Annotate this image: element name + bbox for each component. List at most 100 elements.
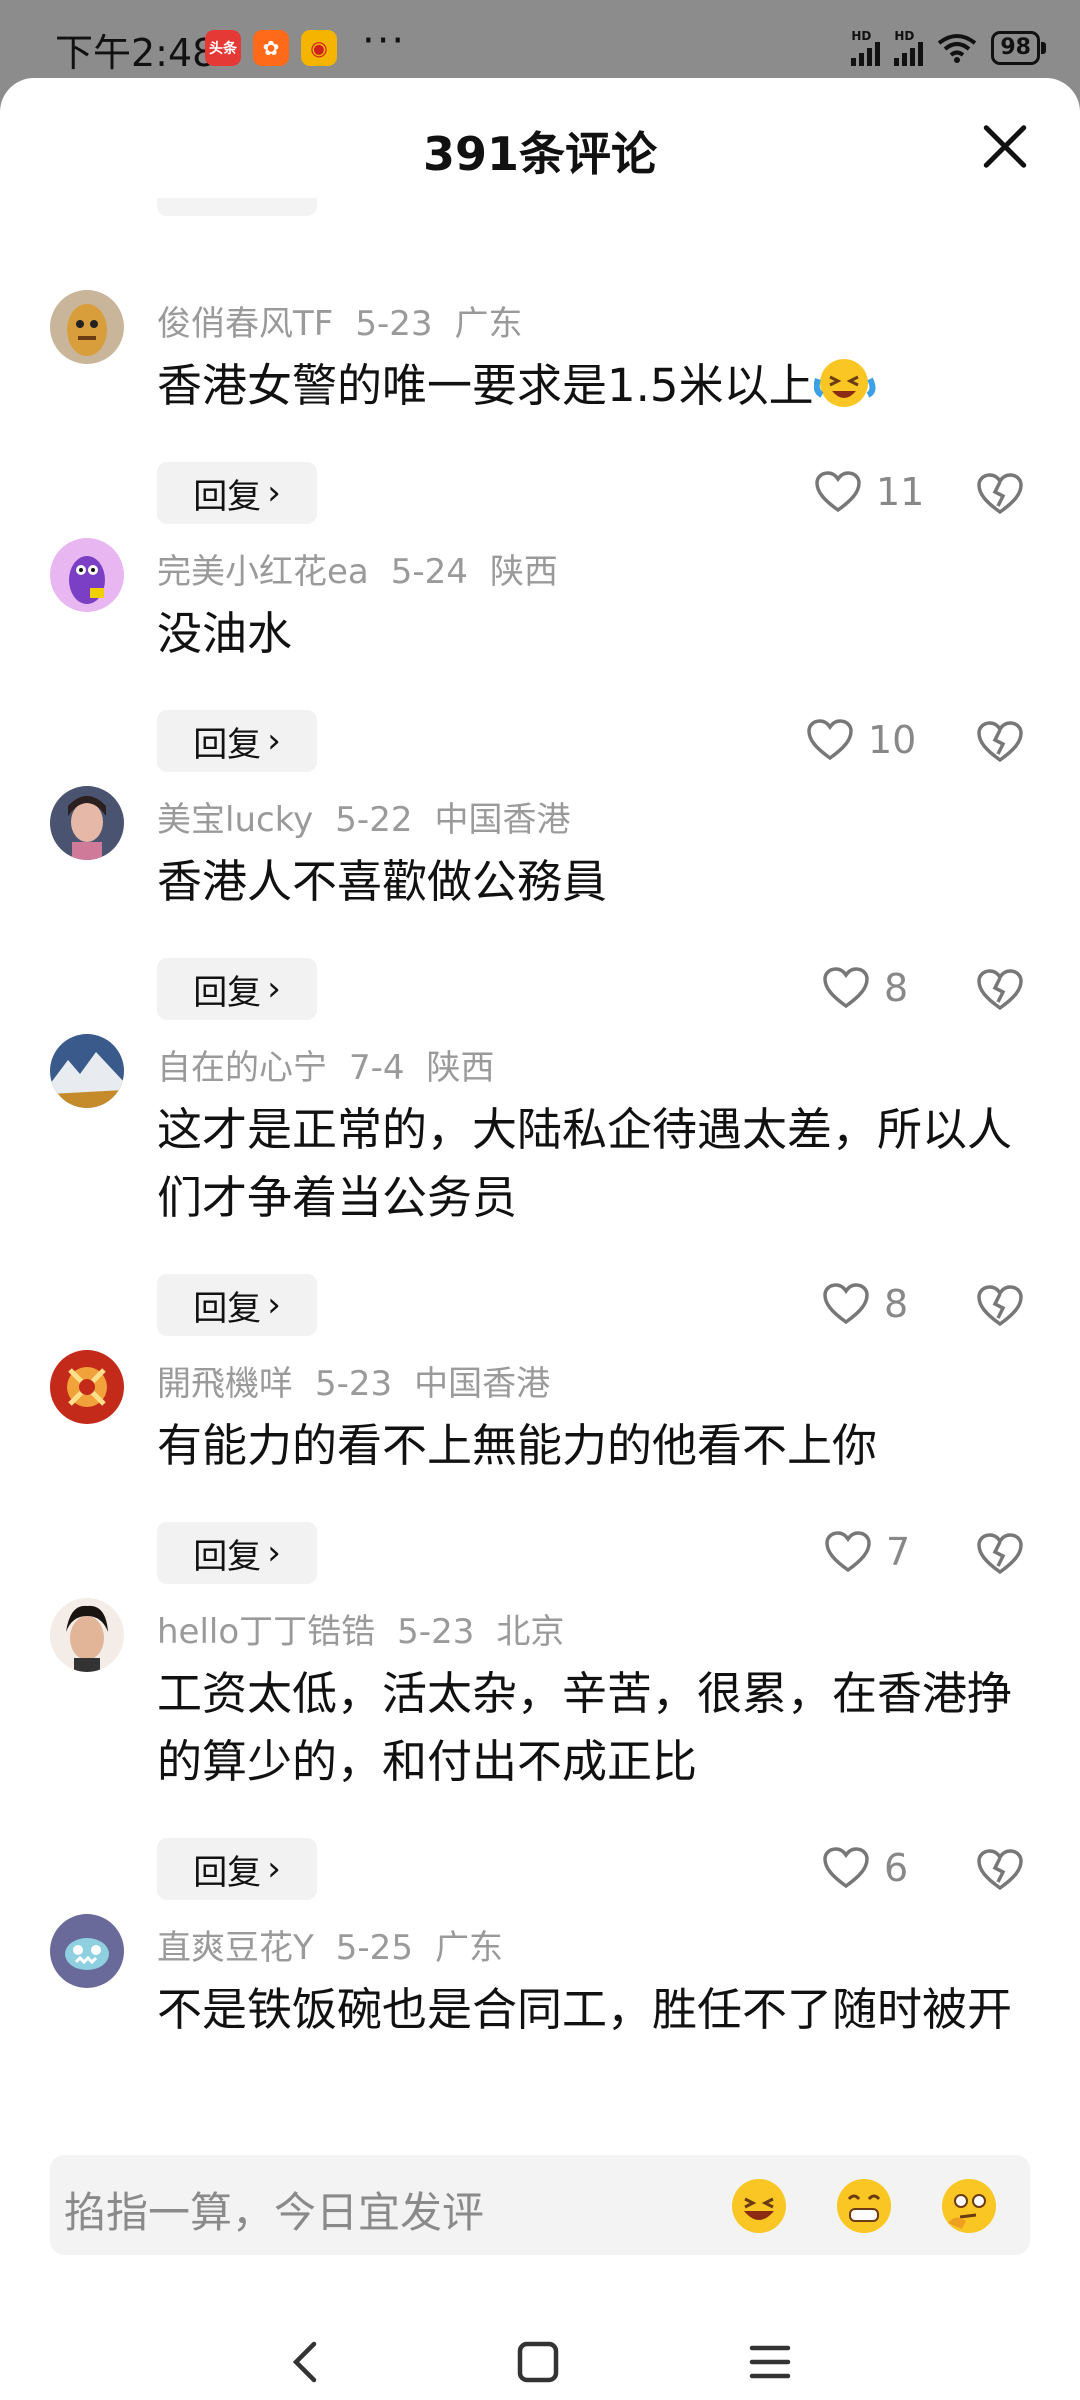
system-nav-bar — [0, 2328, 1080, 2400]
comment-text: 不是铁饭碗也是合同工，胜任不了随时被开 — [157, 1983, 1013, 2036]
comments-count-title: 391条评论 — [422, 127, 658, 181]
like-button[interactable]: 8 — [822, 1282, 908, 1326]
like-count: 8 — [884, 966, 909, 1010]
like-button[interactable]: 11 — [814, 470, 924, 514]
signal-2-icon: HD — [894, 29, 924, 66]
broken-heart-icon[interactable] — [976, 1282, 1024, 1330]
comment-date: 5-23 — [397, 1612, 475, 1652]
broken-heart-icon[interactable] — [976, 966, 1024, 1014]
comment-username[interactable]: 開飛機咩 — [157, 1364, 293, 1404]
avatar[interactable] — [50, 1914, 124, 1988]
heart-icon — [815, 471, 861, 513]
hd-label-1: HD — [851, 29, 872, 43]
comment-meta: 俊俏春风TF 5-23 广东 — [157, 296, 545, 345]
reply-button[interactable]: 回复 › — [157, 1274, 317, 1336]
comment-username[interactable]: 美宝lucky — [157, 800, 313, 840]
comment-location: 陕西 — [426, 1048, 495, 1088]
comment-username[interactable]: 俊俏春风TF — [157, 304, 333, 344]
laughing-crying-emoji-icon — [813, 359, 876, 407]
heart-icon — [823, 967, 869, 1009]
comment-input-placeholder: 掐指一算，今日宜发评 — [64, 2188, 485, 2237]
status-indicators: HD HD 98 — [851, 29, 1046, 66]
avatar[interactable] — [50, 1350, 124, 1424]
comment-date: 5-22 — [335, 800, 413, 840]
broken-heart-icon[interactable] — [976, 1530, 1024, 1578]
comment-meta: 直爽豆花Y 5-25 广东 — [157, 1920, 525, 1969]
broken-heart-icon[interactable] — [976, 718, 1024, 766]
heart-icon — [823, 1283, 869, 1325]
broken-heart-icon[interactable] — [976, 1846, 1024, 1894]
avatar[interactable] — [50, 786, 124, 860]
recents-menu-icon[interactable] — [748, 2340, 792, 2384]
like-count: 11 — [876, 470, 925, 514]
comment-text: 工资太低，活太杂，辛苦，很累，在香港挣的算少的，和付出不成正比 — [157, 1667, 1013, 1788]
comments-sheet: 391条评论 俊俏春风TF 5-23 广东 香港女警的唯一要求是1.5米以上 回复 ›… — [0, 78, 1080, 2400]
like-button[interactable]: 6 — [822, 1846, 908, 1890]
comment-text: 香港人不喜歡做公務員 — [157, 855, 608, 908]
avatar[interactable] — [50, 290, 124, 364]
comment-text-content: 香港女警的唯一要求是1.5米以上 — [157, 359, 814, 412]
reply-button[interactable]: 回复 › — [157, 958, 317, 1020]
avatar[interactable] — [50, 1034, 124, 1108]
heart-icon — [825, 1531, 871, 1573]
comment-meta: 美宝lucky 5-22 中国香港 — [157, 792, 592, 841]
beaming-emoji-icon[interactable] — [835, 2177, 893, 2235]
grinning-emoji-icon[interactable] — [730, 2177, 788, 2235]
comment-location: 广东 — [434, 1928, 503, 1968]
signal-1-icon: HD — [851, 29, 881, 66]
comment-meta: hello丁丁锆锆 5-23 北京 — [157, 1604, 586, 1653]
heart-icon — [823, 1847, 869, 1889]
comment-meta: 完美小红花ea 5-24 陕西 — [157, 544, 580, 593]
comment-date: 5-25 — [335, 1928, 413, 1968]
broken-heart-icon[interactable] — [976, 470, 1024, 518]
like-count: 8 — [884, 1282, 909, 1326]
avatar[interactable] — [50, 538, 124, 612]
close-icon[interactable] — [980, 122, 1030, 172]
comment-location: 北京 — [496, 1612, 565, 1652]
chevron-right-icon: › — [267, 473, 281, 513]
toutiao-icon: 头条 — [205, 30, 241, 66]
comment-text: 有能力的看不上無能力的他看不上你 — [157, 1419, 878, 1472]
reply-button[interactable]: 回复 › — [157, 710, 317, 772]
comment-date: 5-23 — [355, 304, 433, 344]
comment-date: 5-24 — [390, 552, 468, 592]
comment-text: 这才是正常的，大陆私企待遇太差，所以人们才争着当公务员 — [157, 1103, 1013, 1224]
chevron-right-icon: › — [267, 969, 281, 1009]
comment-location: 广东 — [454, 304, 523, 344]
chevron-right-icon: › — [267, 721, 281, 761]
weibo-icon: ◉ — [301, 30, 337, 66]
like-button[interactable]: 10 — [806, 718, 916, 762]
comment-username[interactable]: 自在的心宁 — [157, 1048, 327, 1088]
status-app-icons: 头条 ✿ ◉ — [205, 30, 337, 66]
comment-location: 中国香港 — [434, 800, 571, 840]
reply-button[interactable]: 回复 › — [157, 1838, 317, 1900]
comment-username[interactable]: hello丁丁锆锆 — [157, 1612, 375, 1652]
comment-list[interactable]: 俊俏春风TF 5-23 广东 香港女警的唯一要求是1.5米以上 回复 › 11 完美小… — [0, 198, 1080, 2132]
avatar[interactable] — [50, 1598, 124, 1672]
reply-label: 回复 — [193, 476, 262, 517]
home-icon[interactable] — [516, 2340, 560, 2384]
comment-input[interactable]: 掐指一算，今日宜发评 — [50, 2155, 1030, 2255]
back-icon[interactable] — [286, 2338, 326, 2386]
reply-button[interactable]: 回复 › — [157, 462, 317, 524]
comment-username[interactable]: 直爽豆花Y — [157, 1928, 314, 1968]
comment-date: 5-23 — [315, 1364, 393, 1404]
comment-meta: 開飛機咩 5-23 中国香港 — [157, 1356, 572, 1405]
comment-text: 香港女警的唯一要求是1.5米以上 — [157, 352, 1027, 420]
thinking-emoji-icon[interactable] — [940, 2177, 998, 2235]
more-notifications-icon: ··· — [362, 18, 407, 64]
reply-label: 回复 — [193, 1288, 262, 1329]
comment-meta: 自在的心宁 7-4 陕西 — [157, 1040, 517, 1089]
like-button[interactable]: 7 — [824, 1530, 910, 1574]
like-button[interactable]: 8 — [822, 966, 908, 1010]
comment-date: 7-4 — [349, 1048, 405, 1088]
chevron-right-icon: › — [267, 1533, 281, 1573]
reply-label: 回复 — [193, 972, 262, 1013]
like-count: 10 — [868, 718, 917, 762]
comment-username[interactable]: 完美小红花ea — [157, 552, 369, 592]
wifi-icon — [938, 34, 977, 63]
previous-reply-button-partial[interactable] — [157, 198, 317, 216]
hd-label-2: HD — [894, 29, 915, 43]
reply-button[interactable]: 回复 › — [157, 1522, 317, 1584]
comment-text: 没油水 — [157, 607, 293, 660]
